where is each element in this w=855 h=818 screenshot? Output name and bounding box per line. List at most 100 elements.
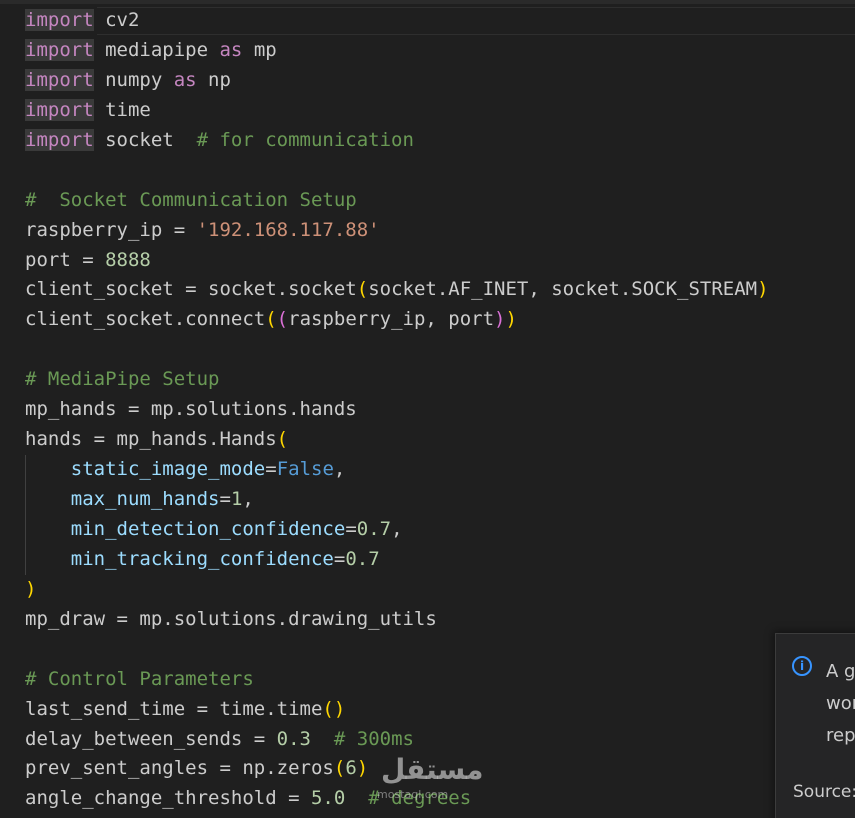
notification-source-label: Source: <box>793 782 855 802</box>
code-token: numpy <box>93 68 174 91</box>
code-line[interactable]: min_tracking_confidence=0.7 <box>25 544 769 575</box>
code-token: angle_change_threshold = <box>25 787 311 810</box>
code-token: as <box>173 68 197 91</box>
code-line[interactable]: last_send_time = time.time() <box>25 695 769 725</box>
code-token: import <box>25 68 94 91</box>
code-token: ) <box>505 308 517 331</box>
code-line[interactable]: mp_draw = mp.solutions.drawing_utils <box>25 605 769 635</box>
code-line[interactable]: min_detection_confidence=0.7, <box>25 514 769 545</box>
code-token: 0.7 <box>356 517 392 540</box>
code-token: # Control Parameters <box>25 667 254 690</box>
code-token: hands = mp_hands.Hands <box>25 428 277 451</box>
notification-toast[interactable]: i A g wor rep Source: <box>775 633 855 818</box>
code-token: 5.0 <box>310 787 346 810</box>
code-token: port = <box>25 248 106 271</box>
editor-top-strip <box>0 0 855 4</box>
code-token: socket <box>93 128 197 151</box>
code-token: import <box>25 128 94 151</box>
code-token: mp_hands = mp.solutions.hands <box>25 398 357 421</box>
code-token: min_tracking_confidence <box>70 547 334 570</box>
code-token: = <box>219 488 231 510</box>
code-token: np <box>196 68 231 91</box>
code-line[interactable]: max_num_hands=1, <box>25 485 769 515</box>
code-token: ( <box>276 428 289 451</box>
code-token: 1 <box>230 488 243 510</box>
code-token: # MediaPipe Setup <box>25 368 220 391</box>
code-token: , <box>391 517 403 540</box>
code-token: 8888 <box>105 248 151 271</box>
code-token: 0.7 <box>345 547 380 570</box>
code-token: socket.AF_INET, socket.SOCK_STREAM <box>368 278 758 301</box>
code-token: cv2 <box>93 9 140 31</box>
code-token: raspberry_ip = <box>25 218 197 241</box>
code-token: ( <box>265 308 277 331</box>
code-token: ( <box>356 278 369 301</box>
code-token: time <box>93 98 151 121</box>
code-line[interactable] <box>25 335 769 365</box>
code-token: import <box>25 98 94 121</box>
code-token: () <box>322 697 346 720</box>
code-editor[interactable]: import cv2 import mediapipe as mp import n… <box>0 0 855 818</box>
notification-message-line: wor <box>826 693 855 714</box>
code-token: prev_sent_angles = np.zeros <box>25 757 334 780</box>
code-lines[interactable]: import cv2 import mediapipe as mp import n… <box>25 6 769 814</box>
code-token: 6 <box>345 757 357 780</box>
code-token: max_num_hands <box>70 488 220 510</box>
code-token: raspberry_ip, port <box>288 308 495 331</box>
code-line[interactable]: raspberry_ip = '192.168.117.88' <box>25 216 769 246</box>
code-line[interactable]: client_socket.connect((raspberry_ip, por… <box>25 305 769 335</box>
code-token: ( <box>276 308 289 331</box>
code-line[interactable]: prev_sent_angles = np.zeros(6) <box>25 754 769 784</box>
code-token: 0.3 <box>276 727 311 750</box>
code-token: # for communication <box>196 128 414 151</box>
code-token: , <box>333 458 346 481</box>
code-line[interactable]: static_image_mode=False, <box>25 455 769 485</box>
code-line[interactable]: import mediapipe as mp <box>25 36 769 66</box>
code-token: min_detection_confidence <box>70 517 346 540</box>
info-icon: i <box>792 656 812 676</box>
code-token: last_send_time = time.time <box>25 697 323 720</box>
code-line[interactable] <box>25 635 769 665</box>
code-line[interactable]: mp_hands = mp.solutions.hands <box>25 395 769 425</box>
code-token: client_socket.connect <box>25 308 266 331</box>
code-line[interactable]: client_socket = socket.socket(socket.AF_… <box>25 275 769 305</box>
code-line[interactable] <box>25 156 769 186</box>
code-token: ) <box>757 278 769 301</box>
code-token: mediapipe <box>93 38 220 61</box>
code-token: delay_between_sends = <box>25 727 277 750</box>
code-token: mp_draw = mp.solutions.drawing_utils <box>25 607 437 630</box>
code-line[interactable]: port = 8888 <box>25 246 769 276</box>
code-token: , <box>242 488 254 510</box>
code-token: # degrees <box>368 787 472 810</box>
notification-message-line: A g <box>826 661 855 682</box>
code-token: # Socket Communication Setup <box>25 188 357 211</box>
code-line[interactable]: import numpy as np <box>25 66 769 96</box>
code-token: mp <box>242 38 277 61</box>
code-token: as <box>219 38 243 61</box>
notification-message: A g wor rep <box>826 656 855 752</box>
code-token: False <box>276 458 334 481</box>
code-token: client_socket = socket.socket <box>25 278 357 301</box>
notification-message-line: rep <box>826 725 855 746</box>
code-line[interactable]: import cv2 <box>25 6 769 36</box>
code-token: # 300ms <box>333 727 414 750</box>
code-line[interactable]: # MediaPipe Setup <box>25 365 769 395</box>
code-line[interactable]: # Socket Communication Setup <box>25 186 769 216</box>
code-line[interactable]: delay_between_sends = 0.3 # 300ms <box>25 725 769 755</box>
code-line[interactable]: hands = mp_hands.Hands( <box>25 425 769 455</box>
code-token: ) <box>25 577 37 600</box>
code-line[interactable]: # Control Parameters <box>25 665 769 695</box>
code-token: ( <box>333 757 346 780</box>
code-line[interactable]: angle_change_threshold = 5.0 # degrees <box>25 784 769 814</box>
code-token: static_image_mode <box>70 458 266 481</box>
code-token: import <box>25 38 94 61</box>
code-token: = <box>333 547 346 570</box>
code-line[interactable]: import time <box>25 96 769 126</box>
code-line[interactable]: import socket # for communication <box>25 126 769 156</box>
code-token: '192.168.117.88' <box>196 218 380 241</box>
code-line[interactable]: ) <box>25 575 769 605</box>
